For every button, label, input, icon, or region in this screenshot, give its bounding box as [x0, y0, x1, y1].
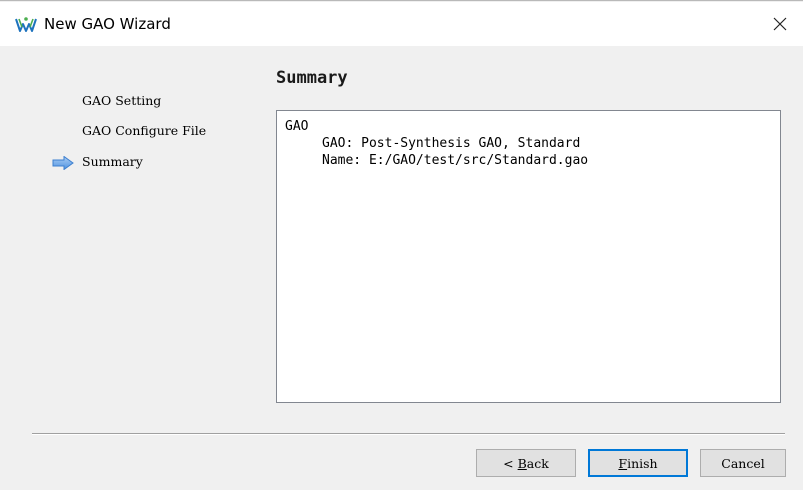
cancel-button-label: Cancel — [721, 455, 765, 471]
summary-line: Name: E:/GAO/test/src/Standard.gao — [322, 153, 589, 168]
summary-text-area[interactable]: GAO GAO: Post-Synthesis GAO, Standard Na… — [276, 110, 781, 403]
back-button-label: ack — [526, 455, 549, 471]
summary-line: GAO — [285, 119, 309, 134]
divider — [32, 433, 785, 435]
back-button-mnemonic: B — [517, 455, 527, 471]
page-heading: Summary — [276, 68, 348, 88]
summary-line: GAO: Post-Synthesis GAO, Standard — [322, 136, 581, 151]
wizard-steps: GAO Setting GAO Configure File Summary — [0, 46, 260, 406]
cancel-button[interactable]: Cancel — [700, 449, 786, 477]
back-button-prefix: < — [503, 455, 518, 471]
finish-button-mnemonic: F — [618, 455, 628, 471]
gowin-logo-icon — [15, 16, 37, 34]
title-bar[interactable]: New GAO Wizard — [0, 2, 803, 46]
window-title: New GAO Wizard — [44, 15, 171, 33]
step-gao-setting: GAO Setting — [82, 93, 162, 108]
wizard-dialog: New GAO Wizard GAO Setting GAO Configure… — [0, 0, 803, 490]
close-button[interactable] — [757, 2, 803, 46]
close-icon — [773, 17, 787, 31]
finish-button-label: inish — [627, 455, 658, 471]
step-summary: Summary — [82, 154, 143, 169]
step-gao-configure-file: GAO Configure File — [82, 123, 207, 138]
arrow-right-icon — [52, 155, 74, 171]
finish-button[interactable]: Finish — [588, 449, 688, 477]
back-button[interactable]: < Back — [476, 449, 576, 477]
